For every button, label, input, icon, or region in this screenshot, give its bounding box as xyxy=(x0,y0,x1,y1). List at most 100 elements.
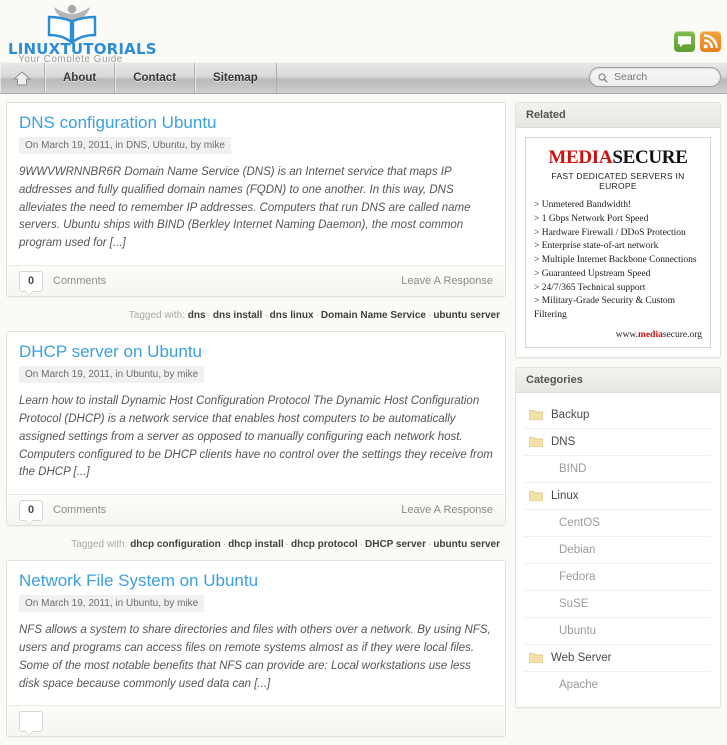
post-title[interactable]: Network File System on Ubuntu xyxy=(7,561,505,595)
category-item-bind[interactable]: BIND xyxy=(525,456,711,483)
ad-brand-secure: SECURE xyxy=(612,147,688,168)
nav-item-about[interactable]: About xyxy=(45,63,116,93)
tag-link[interactable]: dns install xyxy=(213,310,262,321)
category-label: SuSE xyxy=(559,597,589,610)
main-navigation: About Contact Sitemap xyxy=(0,62,727,94)
category-label: Apache xyxy=(559,678,599,691)
post-title[interactable]: DHCP server on Ubuntu xyxy=(7,332,505,366)
post-entry: Network File System on Ubuntu On March 1… xyxy=(6,560,506,738)
widget-body-categories: Backup DNS BIND Linux CentOS Debian Fedo… xyxy=(516,393,720,707)
category-item-centos[interactable]: CentOS xyxy=(525,510,711,537)
post-card: DNS configuration Ubuntu On March 19, 20… xyxy=(6,102,506,298)
ad-tagline: FAST DEDICATED SERVERS IN EUROPE xyxy=(551,171,685,191)
post-entry: DHCP server on Ubuntu On March 19, 2011,… xyxy=(6,331,506,560)
folder-icon xyxy=(528,436,544,448)
widget-title-related: Related xyxy=(516,103,720,128)
ad-url-suffix: secure.org xyxy=(662,329,702,340)
category-label: Ubuntu xyxy=(559,624,597,637)
folder-icon xyxy=(528,409,544,421)
comment-count-badge[interactable]: 0 xyxy=(19,499,43,521)
ad-feature-list: > Unmetered Bandwidth! > 1 Gbps Network … xyxy=(534,199,702,323)
post-title[interactable]: DNS configuration Ubuntu xyxy=(7,103,505,137)
post-excerpt: Learn how to install Dynamic Host Config… xyxy=(19,395,493,479)
category-item-ubuntu[interactable]: Ubuntu xyxy=(525,618,711,645)
post-footer xyxy=(7,705,505,737)
tag-link[interactable]: Domain Name Service xyxy=(321,310,426,321)
category-label: Fedora xyxy=(559,570,596,583)
ad-feature: > Multiple Internet Backbone Connections xyxy=(534,255,697,266)
comments-label: Comments xyxy=(53,275,107,288)
ad-url[interactable]: www.mediasecure.org xyxy=(534,330,702,340)
category-item-debian[interactable]: Debian xyxy=(525,537,711,564)
ad-banner-mediasecure[interactable]: MEDIASECURE FAST DEDICATED SERVERS IN EU… xyxy=(525,137,711,348)
category-label: Backup xyxy=(551,408,590,421)
search-icon xyxy=(598,72,608,83)
site-header: LINUXTUTORIALS Your Complete Guide xyxy=(0,0,727,65)
post-footer: 0 Comments Leave A Response xyxy=(7,265,505,297)
folder-icon xyxy=(528,490,544,502)
ad-feature: > 1 Gbps Network Port Speed xyxy=(534,213,649,224)
comment-count-badge[interactable]: 0 xyxy=(19,270,43,292)
category-item-fedora[interactable]: Fedora xyxy=(525,564,711,591)
category-label: Linux xyxy=(551,489,579,502)
content-area: DNS configuration Ubuntu On March 19, 20… xyxy=(0,94,727,745)
post-card: Network File System on Ubuntu On March 1… xyxy=(6,560,506,738)
post-meta: On March 19, 2011, in DNS, Ubuntu, by mi… xyxy=(19,137,231,154)
tag-link[interactable]: dns linux xyxy=(270,310,314,321)
post-meta: On March 19, 2011, in Ubuntu, by mike xyxy=(19,595,205,613)
search-box[interactable] xyxy=(589,67,721,87)
comments-label: Comments xyxy=(53,504,107,517)
ad-url-prefix: www. xyxy=(615,329,639,340)
category-item-backup[interactable]: Backup xyxy=(525,402,711,429)
widget-categories: Categories Backup DNS BIND Linux CentOS … xyxy=(515,366,721,708)
ad-feature: > Hardware Firewall / DDoS Protection xyxy=(534,227,686,238)
category-label: DNS xyxy=(551,435,576,448)
ad-feature: > Enterprise state-of-art network xyxy=(534,241,659,252)
category-item-web-server[interactable]: Web Server xyxy=(525,645,711,672)
tag-link[interactable]: ubuntu server xyxy=(433,310,500,321)
page-root: LINUXTUTORIALS Your Complete Guide About… xyxy=(0,0,727,738)
search-input[interactable] xyxy=(612,70,712,84)
category-item-dns[interactable]: DNS xyxy=(525,429,711,456)
nav-item-sitemap[interactable]: Sitemap xyxy=(195,63,277,93)
social-icons xyxy=(674,31,721,52)
home-icon xyxy=(12,70,32,86)
ad-feature: > Military-Grade Security & Custom Filte… xyxy=(534,296,675,321)
tagged-with-label: Tagged with: xyxy=(128,310,185,322)
site-logo[interactable]: LINUXTUTORIALS Your Complete Guide xyxy=(8,4,157,65)
category-label: CentOS xyxy=(559,516,600,529)
ad-feature: > Guaranteed Upstream Speed xyxy=(534,268,651,279)
post-entry: DNS configuration Ubuntu On March 19, 20… xyxy=(6,102,506,331)
widget-body-related: MEDIASECURE FAST DEDICATED SERVERS IN EU… xyxy=(516,128,720,357)
ad-brand-media: MEDIA xyxy=(548,147,613,168)
category-item-apache[interactable]: Apache xyxy=(525,672,711,698)
post-excerpt: 9WWVWRNNBR6R Domain Name Service (DNS) i… xyxy=(19,166,471,250)
nav-item-home[interactable] xyxy=(0,63,45,93)
post-footer: 0 Comments Leave A Response xyxy=(7,494,505,526)
post-tags: Tagged with: dns · dns install · dns linux · D… xyxy=(128,310,500,322)
ad-url-brand: media xyxy=(638,329,663,340)
nav-item-contact[interactable]: Contact xyxy=(115,63,196,93)
folder-icon xyxy=(528,652,544,664)
category-item-suse[interactable]: SuSE xyxy=(525,591,711,618)
category-list: Backup DNS BIND Linux CentOS Debian Fedo… xyxy=(525,402,711,698)
leave-response-link[interactable]: Leave A Response xyxy=(401,275,493,287)
widget-title-categories: Categories xyxy=(516,367,720,393)
ad-feature: > 24/7/365 Technical support xyxy=(534,282,646,293)
comment-count-badge[interactable] xyxy=(19,710,43,732)
post-card: DHCP server on Ubuntu On March 19, 2011,… xyxy=(6,331,506,527)
ad-feature: > Unmetered Bandwidth! xyxy=(534,200,632,210)
comments-icon[interactable] xyxy=(674,31,695,52)
category-item-linux[interactable]: Linux xyxy=(525,483,711,510)
main-column: DNS configuration Ubuntu On March 19, 20… xyxy=(6,102,506,745)
category-label: Web Server xyxy=(551,651,612,664)
leave-response-link[interactable]: Leave A Response xyxy=(401,504,493,516)
tag-link[interactable]: dns xyxy=(188,310,206,321)
category-label: Debian xyxy=(559,543,596,556)
book-person-logo-icon xyxy=(36,4,108,45)
widget-related: Related MEDIASECURE FAST DEDICATED SERVE… xyxy=(515,102,721,358)
rss-icon[interactable] xyxy=(700,31,721,52)
post-meta: On March 19, 2011, in Ubuntu, by mike xyxy=(19,366,205,384)
ad-brand: MEDIASECURE xyxy=(534,147,702,169)
post-excerpt: NFS allows a system to share directories… xyxy=(19,624,491,690)
